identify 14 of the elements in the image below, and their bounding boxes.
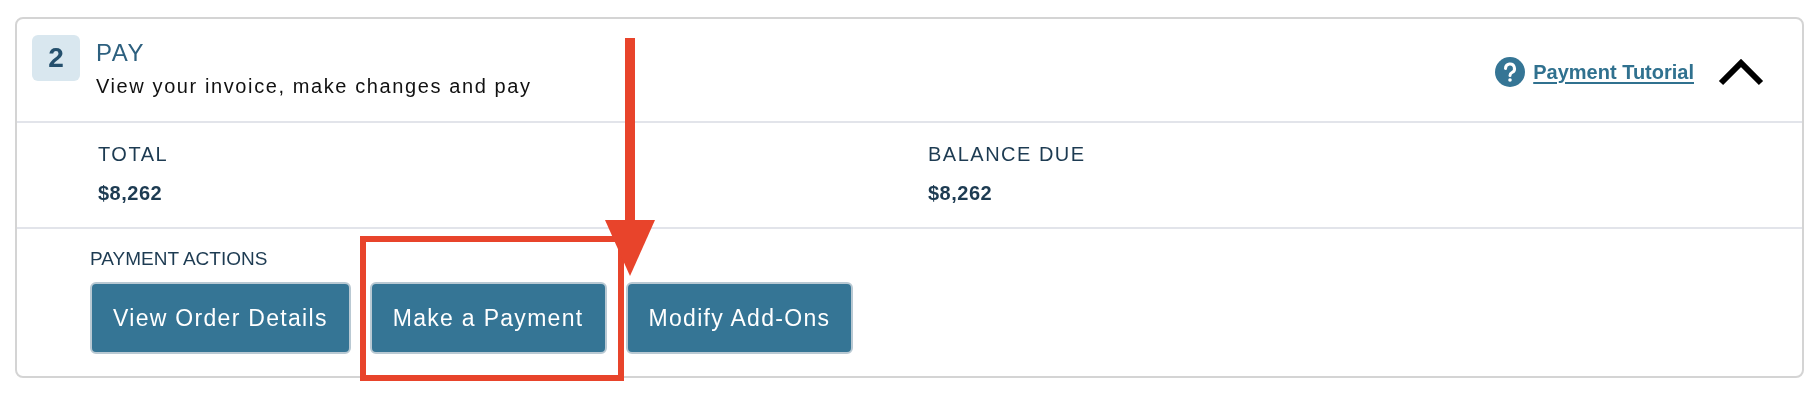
section-label: PAYMENT ACTIONS <box>90 248 269 270</box>
summary-value: $8,262 <box>98 182 164 205</box>
step-subtitle: View your invoice, make changes and pay <box>96 75 532 98</box>
step-title: PAY <box>96 39 146 67</box>
action-button[interactable]: Modify Add-Ons <box>625 282 854 354</box>
step-number: 2 <box>32 35 80 81</box>
payment-tutorial-link[interactable]: Payment Tutorial <box>1533 60 1694 84</box>
action-button[interactable]: Make a Payment <box>369 282 607 354</box>
summary-label: TOTAL <box>98 143 170 166</box>
help-icon[interactable] <box>1495 57 1526 87</box>
action-button[interactable]: View Order Details <box>90 282 351 354</box>
collapse-chevron-icon[interactable] <box>1718 58 1764 86</box>
summary-value: $8,262 <box>928 182 994 205</box>
summary-label: BALANCE DUE <box>928 143 1087 166</box>
